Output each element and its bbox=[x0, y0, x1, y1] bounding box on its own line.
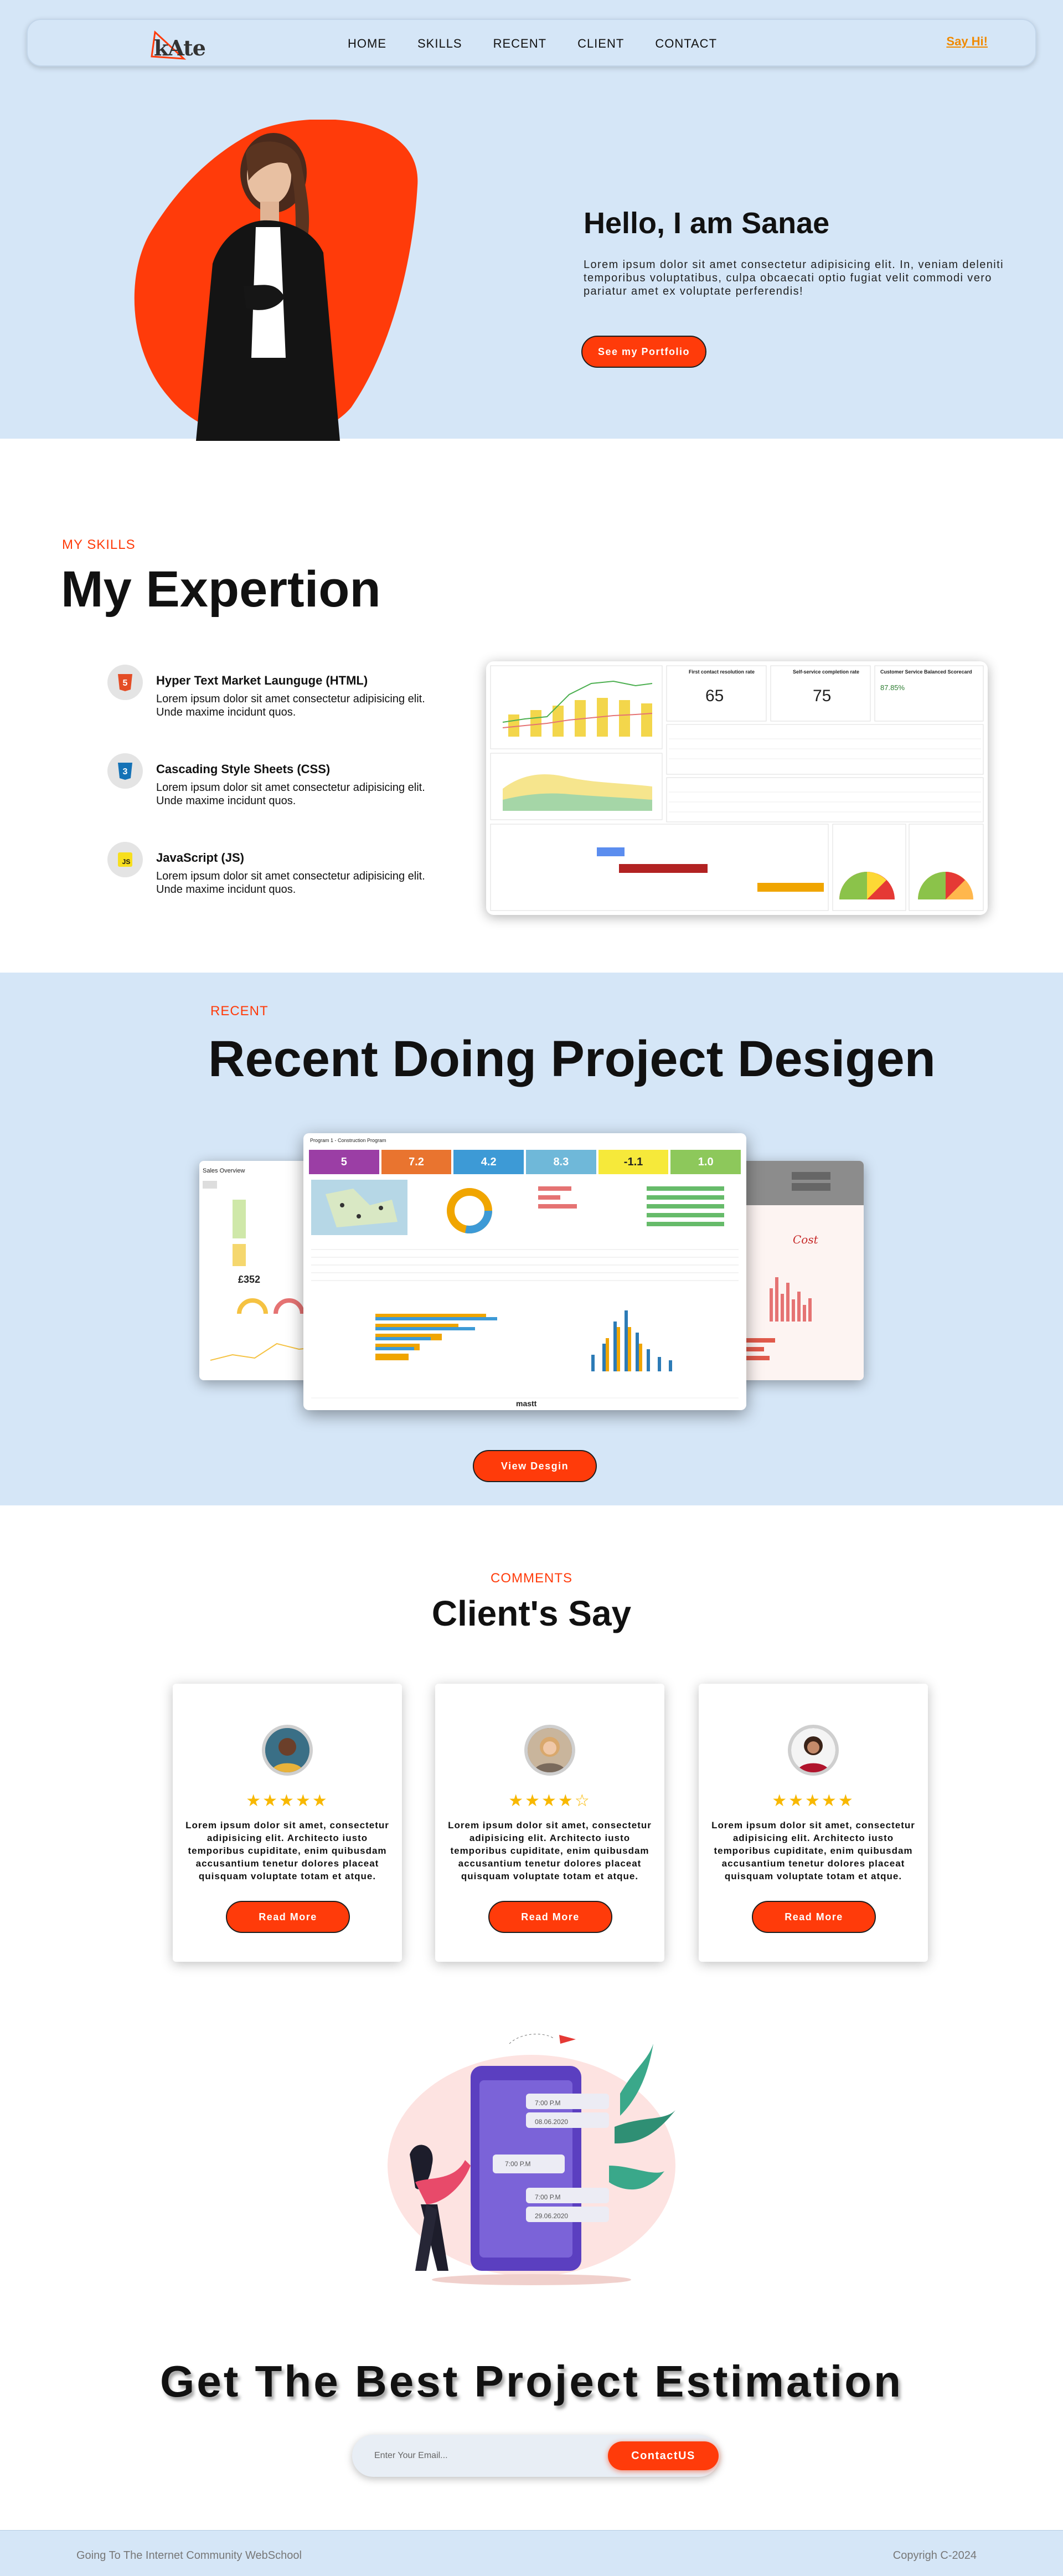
svg-text:JS: JS bbox=[122, 858, 131, 866]
skill-name: Hyper Text Market Launguge (HTML) bbox=[156, 673, 368, 687]
nav-client[interactable]: CLIENT bbox=[577, 37, 624, 51]
hero-description: Lorem ipsum dolor sit amet consectetur a… bbox=[584, 259, 1004, 297]
footer-tagline: Going To The Internet Community WebSchoo… bbox=[76, 2549, 302, 2562]
project-screenshot-right[interactable]: Cost bbox=[731, 1161, 864, 1380]
nav-contact[interactable]: CONTACT bbox=[655, 37, 717, 51]
kpi2-value: 75 bbox=[813, 687, 832, 705]
svg-text:3: 3 bbox=[123, 767, 128, 777]
nav-links: HOME SKILLS RECENT CLIENT CONTACT bbox=[348, 37, 748, 51]
skill-item-css: 3 Cascading Style Sheets (CSS) Lorem ips… bbox=[107, 753, 451, 814]
skill-item-html: 5 Hyper Text Market Launguge (HTML) Lore… bbox=[107, 665, 451, 726]
clients-kicker: COMMENTS bbox=[491, 1571, 572, 1586]
js-icon: JS bbox=[107, 842, 143, 877]
say-hi-link[interactable]: Say Hi! bbox=[946, 34, 988, 49]
contact-us-button[interactable]: ContactUS bbox=[608, 2441, 719, 2470]
hero-title: Hello, I am Sanae bbox=[584, 207, 830, 240]
footer-copyright: Copyrigh C-2024 bbox=[892, 2549, 977, 2562]
email-input[interactable] bbox=[374, 2444, 551, 2468]
read-more-button[interactable]: Read More bbox=[226, 1901, 350, 1933]
skill-name: JavaScript (JS) bbox=[156, 851, 244, 865]
project-screenshot-main[interactable]: Program 1 - Construction Program 5 7.2 4.2… bbox=[303, 1133, 746, 1410]
testimonial-text: Lorem ipsum dolor sit amet, consectetur … bbox=[711, 1820, 915, 1881]
recent-kicker: RECENT bbox=[210, 1004, 269, 1019]
logo-text: kAte bbox=[154, 35, 206, 60]
kpi1-value: 65 bbox=[705, 687, 724, 705]
top-navbar: kAte HOME SKILLS RECENT CLIENT CONTACT S… bbox=[27, 19, 1036, 66]
skill-description: Lorem ipsum dolor sit amet consectetur a… bbox=[156, 870, 425, 896]
skills-kicker: MY SKILLS bbox=[62, 537, 136, 552]
hero-section: kAte HOME SKILLS RECENT CLIENT CONTACT S… bbox=[0, 0, 1063, 441]
testimonial-text: Lorem ipsum dolor sit amet, consectetur … bbox=[185, 1820, 389, 1881]
star-rating: ★★★★☆ bbox=[508, 1792, 591, 1810]
kpi1-label: First contact resolution rate bbox=[689, 669, 755, 675]
testimonial-text: Lorem ipsum dolor sit amet, consectetur … bbox=[448, 1820, 652, 1881]
see-portfolio-button[interactable]: See my Portfolio bbox=[581, 336, 706, 368]
css3-icon: 3 bbox=[107, 753, 143, 789]
phone-illustration: 7:00 P.M 08.06.2020 7:00 P.M 7:00 P.M 29… bbox=[376, 2027, 687, 2293]
nav-skills[interactable]: SKILLS bbox=[417, 37, 462, 51]
hero-portrait bbox=[134, 120, 418, 441]
testimonial-card: ★★★★☆ Lorem ipsum dolor sit amet, consec… bbox=[435, 1684, 664, 1962]
testimonial-card: ★★★★★ Lorem ipsum dolor sit amet, consec… bbox=[699, 1684, 928, 1962]
star-rating: ★★★★★ bbox=[772, 1792, 855, 1810]
page: kAte HOME SKILLS RECENT CLIENT CONTACT S… bbox=[0, 0, 1063, 2576]
svg-text:5: 5 bbox=[123, 678, 128, 688]
view-design-button[interactable]: View Desgin bbox=[473, 1450, 597, 1482]
skill-description: Lorem ipsum dolor sit amet consectetur a… bbox=[156, 693, 425, 718]
kpi2-label: Self-service completion rate bbox=[793, 669, 860, 675]
kpi3-label: Customer Service Balanced Scorecard bbox=[880, 669, 972, 675]
skills-title: My Expertion bbox=[61, 561, 381, 618]
kpi3-value: 87.85% bbox=[880, 683, 905, 692]
testimonial-card: ★★★★★ Lorem ipsum dolor sit amet, consec… bbox=[173, 1684, 402, 1962]
read-more-button[interactable]: Read More bbox=[752, 1901, 876, 1933]
clients-title: Client's Say bbox=[431, 1593, 632, 1633]
avatar bbox=[788, 1725, 839, 1776]
read-more-button[interactable]: Read More bbox=[488, 1901, 612, 1933]
skill-name: Cascading Style Sheets (CSS) bbox=[156, 762, 331, 776]
recent-title: Recent Doing Project Desigen bbox=[208, 1031, 936, 1087]
html5-icon: 5 bbox=[107, 665, 143, 700]
footer: Going To The Internet Community WebSchoo… bbox=[0, 2530, 1063, 2576]
nav-home[interactable]: HOME bbox=[348, 37, 386, 51]
avatar bbox=[524, 1725, 575, 1776]
nav-recent[interactable]: RECENT bbox=[493, 37, 546, 51]
skills-dashboard-image: First contact resolution rate 65 Self-se… bbox=[486, 661, 988, 915]
avatar bbox=[262, 1725, 313, 1776]
skill-item-js: JS JavaScript (JS) Lorem ipsum dolor sit… bbox=[107, 842, 451, 903]
estimation-title: Get The Best Project Estimation bbox=[159, 2357, 904, 2406]
recent-section: RECENT Recent Doing Project Desigen Sale… bbox=[0, 973, 1063, 1505]
star-rating: ★★★★★ bbox=[246, 1792, 329, 1810]
email-subscribe-form: ContactUS bbox=[352, 2435, 720, 2477]
skill-description: Lorem ipsum dolor sit amet consectetur a… bbox=[156, 781, 425, 807]
logo[interactable]: kAte bbox=[138, 27, 206, 61]
